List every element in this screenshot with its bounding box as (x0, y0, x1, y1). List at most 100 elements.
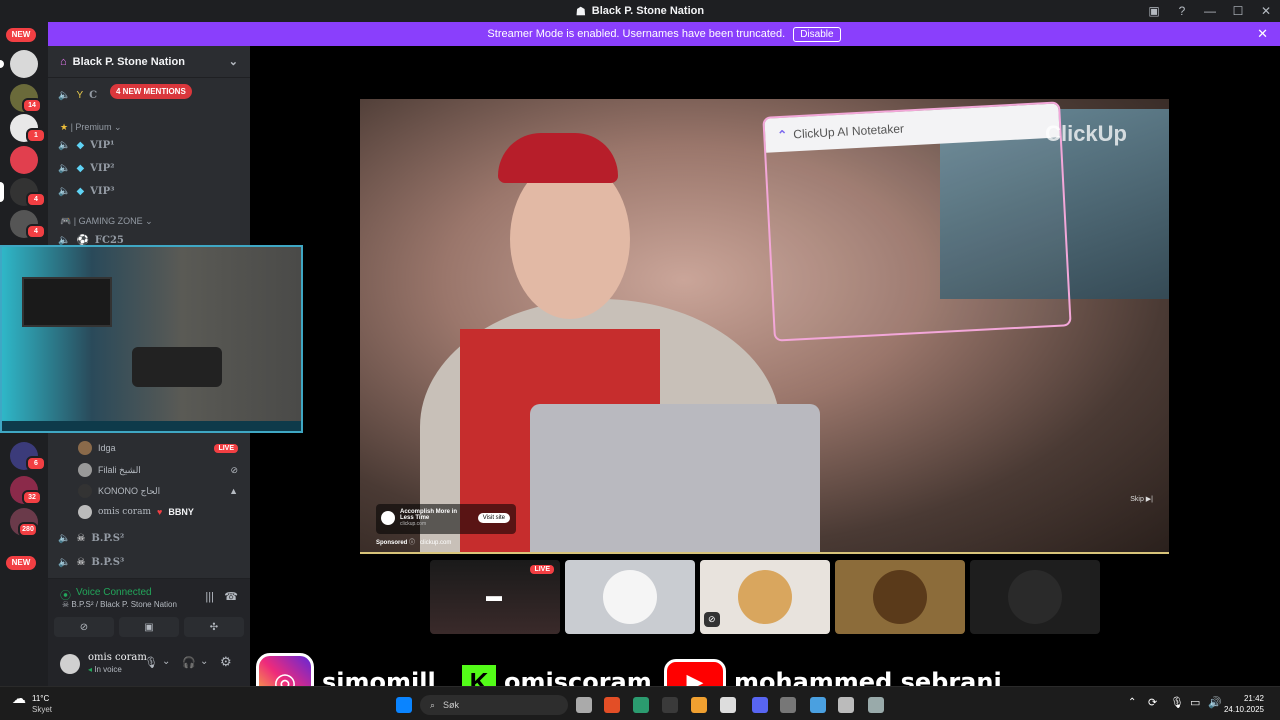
avatar (873, 570, 927, 624)
avatar (738, 570, 792, 624)
edge-icon[interactable] (633, 697, 649, 713)
discord-icon[interactable] (752, 697, 768, 713)
cloud-icon: ☁ (12, 690, 26, 706)
chevron-down-icon[interactable]: ⌄ (200, 656, 208, 667)
stream-thumbnail[interactable]: LIVE ▬ (430, 560, 560, 634)
chevron-up-icon[interactable]: ⌃ (1128, 697, 1136, 708)
clickup-logo-icon: ⌃ (776, 127, 788, 143)
app-icon: ▲ (229, 486, 238, 496)
speaker-icon: 🔈 (58, 532, 71, 544)
visit-site-button[interactable]: Visit site (477, 513, 510, 523)
trophy-icon: Y (76, 89, 84, 101)
streamer-mode-banner: Streamer Mode is enabled. Usernames have… (48, 22, 1280, 46)
maximize-button[interactable]: ☐ (1224, 4, 1252, 18)
search-icon: ⌕ (430, 699, 436, 710)
voice-member[interactable]: Idga LIVE (78, 439, 238, 457)
close-button[interactable]: ✕ (1252, 4, 1280, 18)
star-icon: ★ (60, 122, 69, 132)
voice-member[interactable]: omis coram ♥ BBNY (78, 503, 238, 521)
sync-icon[interactable]: ⟳ (1148, 696, 1157, 709)
voice-channel-vip2[interactable]: 🔈 ◆ VIP² (58, 159, 115, 177)
chevron-down-icon: ⌄ (228, 56, 238, 68)
close-banner-icon[interactable]: ✕ (1257, 26, 1268, 42)
streamer-mode-text: Streamer Mode is enabled. Usernames have… (487, 28, 786, 40)
headphones-icon[interactable]: 🎧 (182, 656, 196, 669)
user-tile[interactable]: ⊘ (700, 560, 830, 634)
stream-video[interactable]: ⌃ ClickUp AI Notetaker ClickUp Accomplis… (360, 99, 1169, 554)
speaker-icon: 🔈 (58, 89, 71, 101)
photos-icon[interactable] (810, 697, 826, 713)
app-icon[interactable] (691, 697, 707, 713)
voice-channel-vip3[interactable]: 🔈 ◆ VIP³ (58, 182, 115, 200)
activities-icon: ✣ (209, 621, 219, 633)
disconnect-icon[interactable]: ☎ (224, 590, 238, 603)
skip-button[interactable]: Skip ▶| (1130, 495, 1153, 503)
new-mentions-pill[interactable]: 4 NEW MENTIONS (110, 84, 192, 99)
disable-button[interactable]: Disable (793, 26, 841, 42)
avatar (78, 463, 92, 477)
server-header[interactable]: ⌂ Black P. Stone Nation ⌄ (48, 46, 250, 78)
new-badge: NEW (6, 556, 36, 570)
speaker-icon: 🔈 (58, 139, 71, 151)
user-tile[interactable] (970, 560, 1100, 634)
camera-off-button[interactable]: ⊘ (54, 617, 114, 637)
voice-channel-bps2[interactable]: 🔈 ☠ B.P.S² (58, 529, 124, 547)
user-status: ◂ In voice (88, 665, 122, 674)
voice-channel-bps3[interactable]: 🔈 ☠ B.P.S³ (58, 553, 124, 571)
webcam-frame-bottom (2, 421, 301, 431)
mention-count: 4 (26, 192, 46, 207)
avatar (1008, 570, 1062, 624)
noise-suppression-icon[interactable]: ||| (205, 591, 214, 603)
server-icon[interactable] (10, 146, 38, 174)
voice-channel-vip1[interactable]: 🔈 ◆ VIP¹ (58, 136, 115, 154)
voice-member[interactable]: Filali الشيخ ⊘ (78, 461, 238, 479)
category-premium[interactable]: ★ | Premium ⌄ (60, 122, 122, 133)
brave-icon[interactable] (604, 697, 620, 713)
chevron-down-icon[interactable]: ⌄ (162, 656, 170, 667)
microphone-icon[interactable]: 🎙 (1170, 696, 1184, 709)
voice-member[interactable]: KONONO الحاج ▲ (78, 482, 238, 500)
chevron-down-icon: ⌄ (113, 122, 122, 132)
weather-widget[interactable]: ☁ 11°C Skyet (12, 690, 52, 715)
face-shape (510, 159, 630, 319)
user-tile[interactable] (835, 560, 965, 634)
volume-icon[interactable]: 🔊 (1208, 696, 1222, 709)
activities-button[interactable]: ✣ (184, 617, 244, 637)
search-box[interactable]: ⌕ Søk (420, 695, 568, 715)
avatar (603, 570, 657, 624)
minimize-button[interactable]: — (1196, 4, 1224, 18)
speaker-icon: 🔈 (58, 185, 71, 197)
live-badge: LIVE (530, 565, 554, 574)
voice-channel[interactable]: 🔈 Y C (58, 86, 97, 104)
screen-share-button[interactable]: ▣ (119, 617, 179, 637)
screen-share-icon: ▣ (144, 621, 154, 633)
new-badge: NEW (6, 28, 36, 42)
xbox-icon[interactable] (662, 697, 678, 713)
app-icon[interactable] (720, 697, 736, 713)
skull-icon: ☠ (76, 556, 86, 568)
app-icon[interactable] (838, 697, 854, 713)
app-icon[interactable] (780, 697, 796, 713)
taskbar: ☁ 11°C Skyet ⌕ Søk ⌃ ⟳ 🎙 ▭ 🔊 21:42 24.10… (0, 686, 1280, 720)
task-view-icon[interactable] (576, 697, 592, 713)
speaker-icon: 🔈 (58, 556, 71, 568)
skull-icon: ☠ (76, 532, 86, 544)
start-button-icon[interactable] (396, 697, 412, 713)
clock[interactable]: 21:42 24.10.2025 (1224, 693, 1264, 715)
soccer-ball-icon: ⚽ (76, 234, 89, 246)
user-tile[interactable] (565, 560, 695, 634)
settings-icon[interactable] (868, 697, 884, 713)
microphone-icon[interactable]: 🎙 (144, 656, 158, 669)
selected-indicator (0, 182, 4, 202)
help-icon[interactable]: ? (1168, 4, 1196, 18)
server-icon[interactable] (10, 50, 38, 78)
monitor-icon[interactable]: ▭ (1190, 696, 1200, 709)
gear-icon[interactable]: ⚙ (220, 654, 232, 670)
laptop-shape (530, 404, 820, 552)
ad-card[interactable]: Accomplish More in Less Time clickup.com… (376, 504, 516, 534)
user-avatar[interactable] (60, 654, 80, 674)
category-gaming[interactable]: 🎮 | GAMING ZONE ⌄ (60, 216, 153, 227)
controller-icon: 🎮 (60, 216, 72, 226)
inbox-icon[interactable]: ▣ (1140, 4, 1168, 18)
tv-shape (22, 277, 112, 327)
